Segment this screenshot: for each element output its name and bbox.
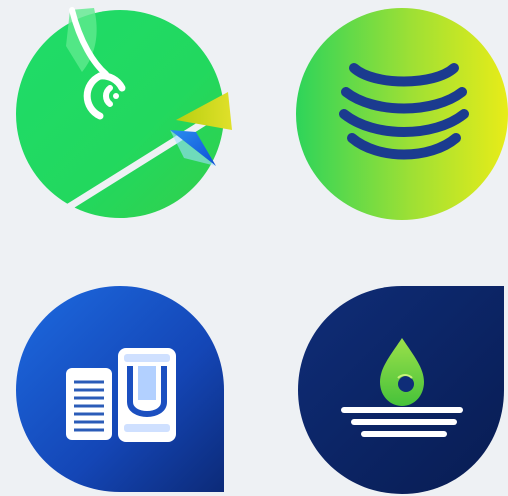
waves-icon [296, 8, 508, 220]
pie-chart-signal-icon [16, 7, 232, 218]
water-drop-icon [298, 286, 504, 494]
icon-grid [0, 0, 508, 496]
documents-icon [16, 286, 224, 492]
